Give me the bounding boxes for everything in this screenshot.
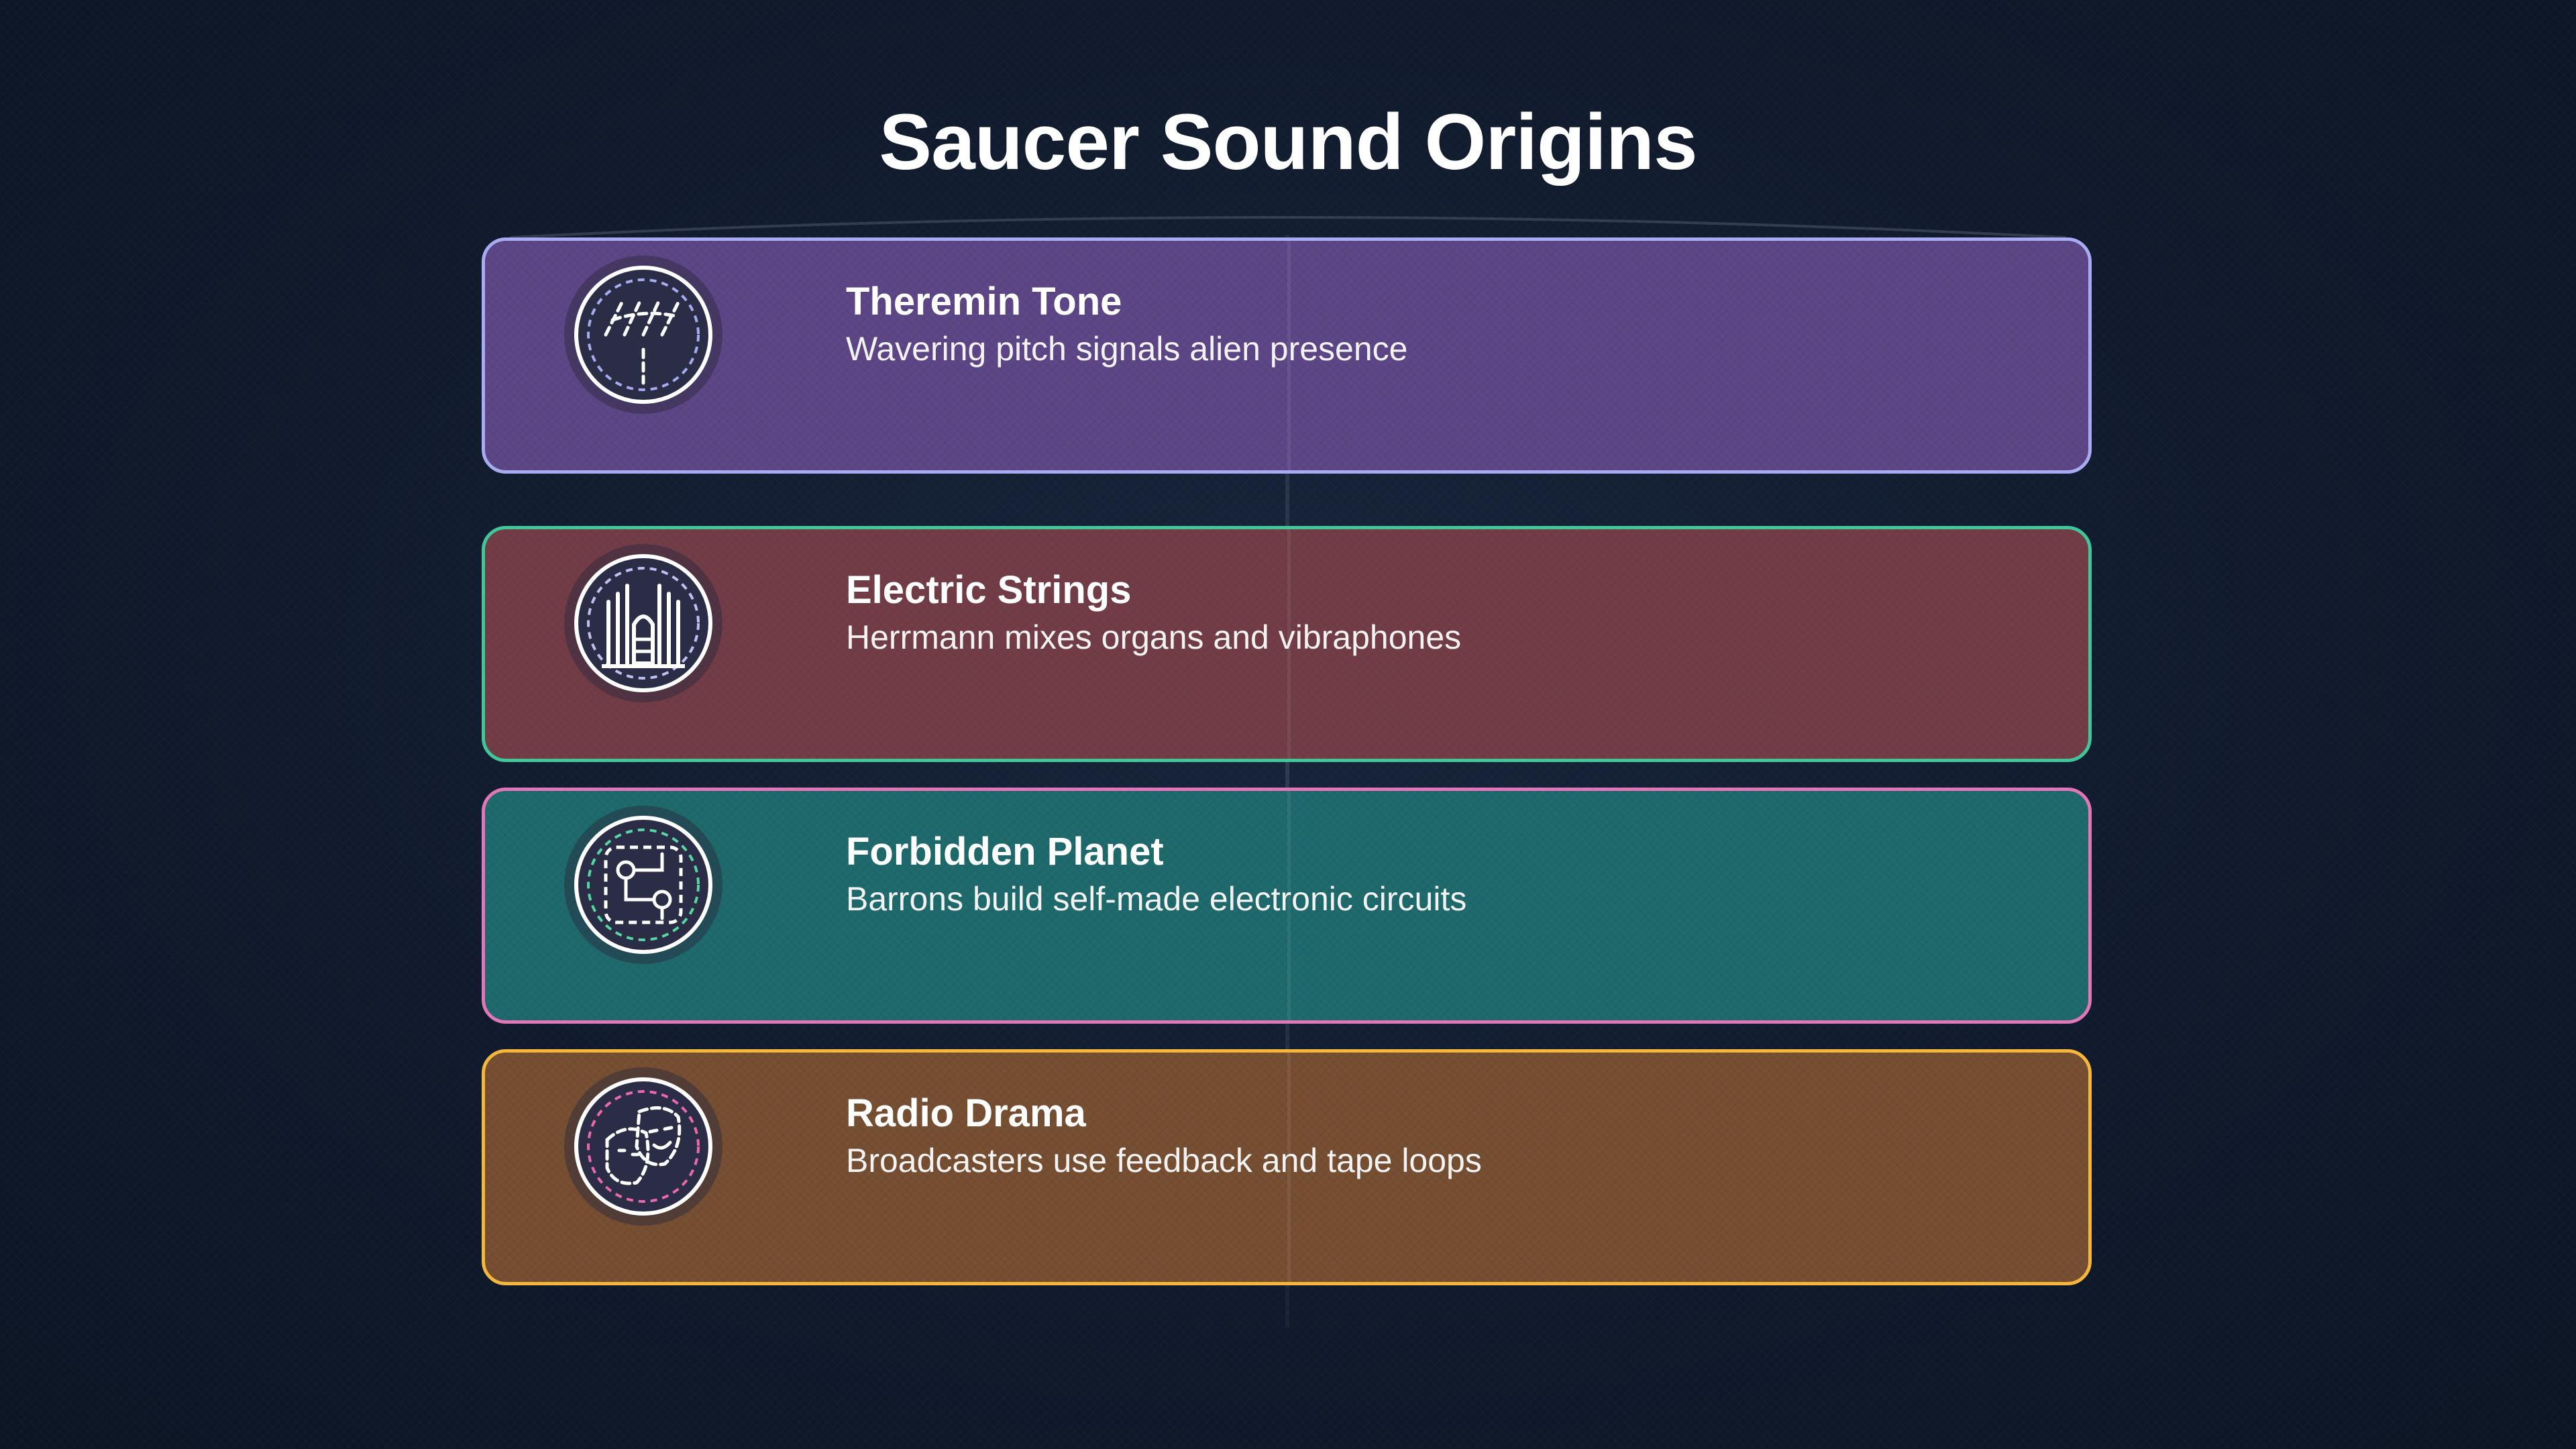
card-description: Herrmann mixes organs and vibraphones	[846, 619, 1462, 656]
circuit-icon	[574, 816, 712, 954]
icon-badge	[564, 806, 722, 964]
card-radio-drama: Radio Drama Broadcasters use feedback an…	[482, 1049, 2092, 1285]
card-forbidden-planet: Forbidden Planet Barrons build self-made…	[482, 788, 2092, 1024]
theremin-waves-icon	[574, 266, 712, 404]
card-description: Wavering pitch signals alien presence	[846, 330, 1408, 368]
pipe-organ-icon	[574, 554, 712, 692]
card-description: Broadcasters use feedback and tape loops	[846, 1142, 1482, 1179]
card-title: Electric Strings	[846, 568, 1132, 612]
icon-badge	[564, 1067, 722, 1226]
card-title: Theremin Tone	[846, 280, 1122, 323]
page-title: Saucer Sound Origins	[879, 98, 1697, 186]
icon-badge	[564, 544, 722, 702]
card-electric-strings: Electric Strings Herrmann mixes organs a…	[482, 526, 2092, 762]
icon-badge	[564, 256, 722, 414]
card-title: Forbidden Planet	[846, 830, 1164, 873]
theater-masks-icon	[574, 1077, 712, 1216]
card-theremin-tone: Theremin Tone Wavering pitch signals ali…	[482, 237, 2092, 474]
card-description: Barrons build self-made electronic circu…	[846, 880, 1467, 918]
card-title: Radio Drama	[846, 1091, 1086, 1135]
